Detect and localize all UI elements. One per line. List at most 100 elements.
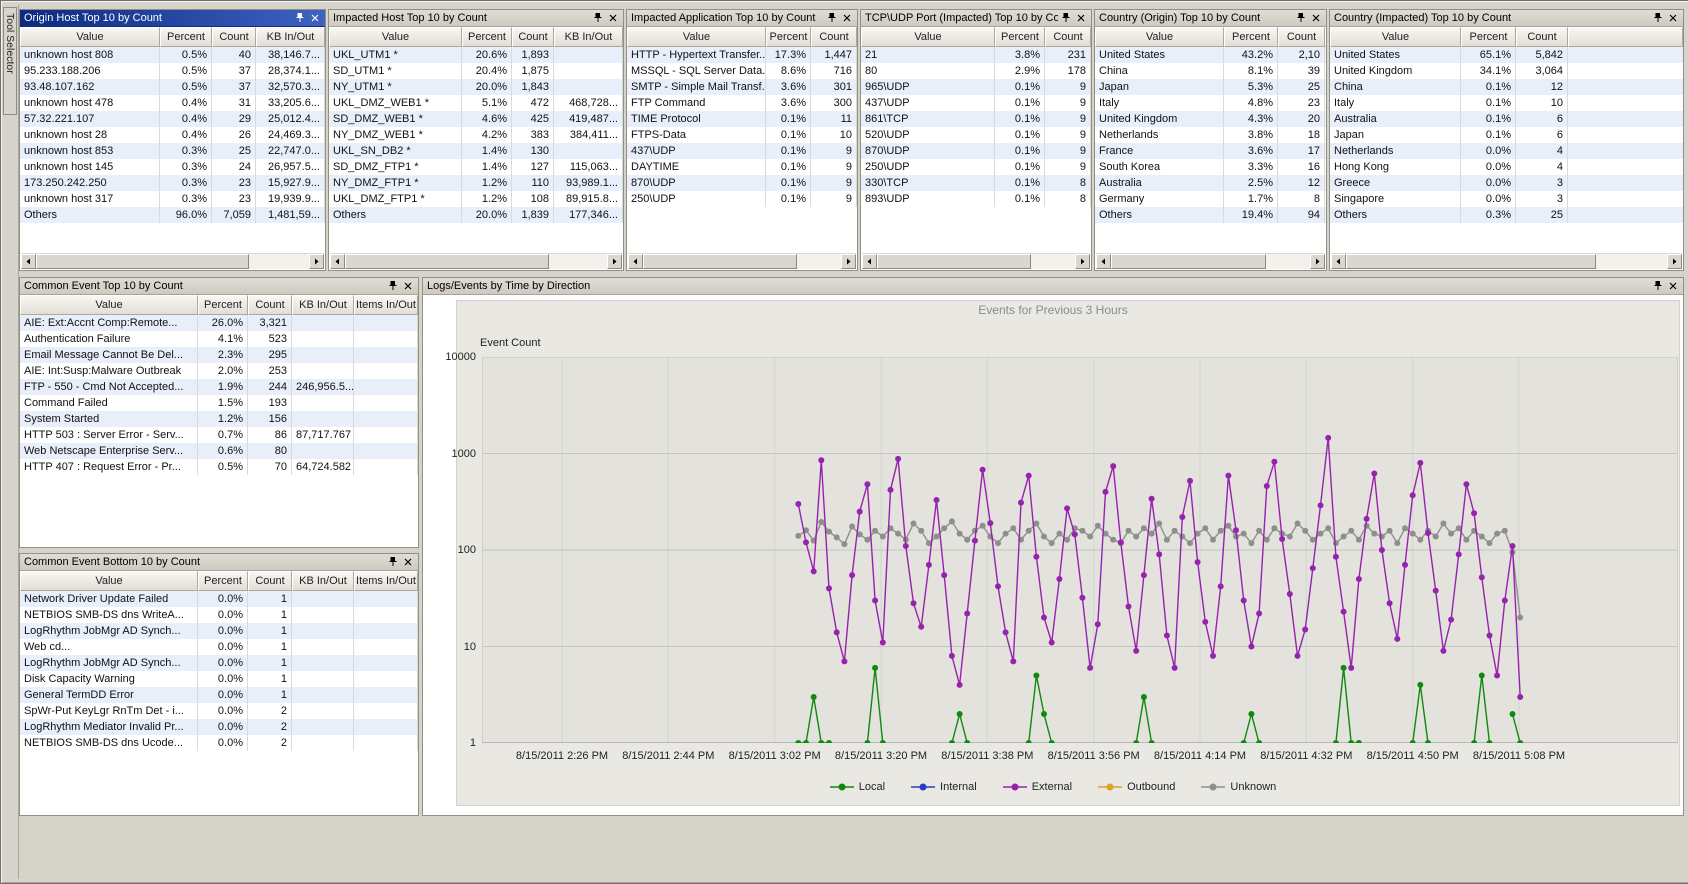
table-row[interactable]: Web Netscape Enterprise Serv...0.6%80	[20, 443, 418, 459]
close-icon[interactable]	[840, 12, 854, 25]
column-header[interactable]: Percent	[1224, 27, 1278, 47]
scroll-right-button[interactable]	[1075, 254, 1090, 269]
table-row[interactable]: Others96.0%7,0591,481,59...	[20, 207, 325, 223]
table-row[interactable]: FTP - 550 - Cmd Not Accepted...1.9%24424…	[20, 379, 418, 395]
table-row[interactable]: Italy0.1%10	[1330, 95, 1683, 111]
table-row[interactable]: DAYTIME0.1%9	[627, 159, 857, 175]
panel-titlebar[interactable]: TCP\UDP Port (Impacted) Top 10 by Co...	[861, 10, 1091, 27]
table-row[interactable]: HTTP 503 : Server Error - Serv...0.7%868…	[20, 427, 418, 443]
panel-titlebar[interactable]: Impacted Application Top 10 by Count	[627, 10, 857, 27]
table-row[interactable]: China8.1%39	[1095, 63, 1326, 79]
scrollbar-track[interactable]	[643, 254, 841, 269]
table-row[interactable]: AIE: Ext:Accnt Comp:Remote...26.0%3,321	[20, 315, 418, 331]
table-row[interactable]: TIME Protocol0.1%11	[627, 111, 857, 127]
table-row[interactable]: United States65.1%5,842	[1330, 47, 1683, 63]
table-row[interactable]: 250\UDP0.1%9	[627, 191, 857, 207]
table-row[interactable]: Italy4.8%23	[1095, 95, 1326, 111]
column-header[interactable]: Value	[20, 27, 160, 47]
panel-titlebar[interactable]: Common Event Top 10 by Count	[20, 278, 418, 295]
pin-icon[interactable]	[386, 556, 400, 569]
table-row[interactable]: Germany1.7%8	[1095, 191, 1326, 207]
table-row[interactable]: FTPS-Data0.1%10	[627, 127, 857, 143]
table-row[interactable]: Japan0.1%6	[1330, 127, 1683, 143]
table-row[interactable]: Singapore0.0%3	[1330, 191, 1683, 207]
scrollbar-track[interactable]	[345, 254, 607, 269]
scrollbar-thumb[interactable]	[1346, 254, 1596, 269]
table-row[interactable]: 330\TCP0.1%8	[861, 175, 1091, 191]
scroll-left-button[interactable]	[1331, 254, 1346, 269]
table-row[interactable]: United Kingdom4.3%20	[1095, 111, 1326, 127]
close-icon[interactable]	[1309, 12, 1323, 25]
table-row[interactable]: unknown host 8080.5%4038,146.7...	[20, 47, 325, 63]
column-header[interactable]: Count	[248, 571, 292, 591]
table-row[interactable]: 173.250.242.2500.3%2315,927.9...	[20, 175, 325, 191]
column-header[interactable]: Value	[1330, 27, 1461, 47]
table-row[interactable]: AIE: Int:Susp:Malware Outbreak2.0%253	[20, 363, 418, 379]
column-header[interactable]: Count	[1045, 27, 1091, 47]
table-row[interactable]: unknown host 4780.4%3133,205.6...	[20, 95, 325, 111]
scrollbar-track[interactable]	[877, 254, 1075, 269]
table-row[interactable]: 870\UDP0.1%9	[627, 175, 857, 191]
table-row[interactable]: Others19.4%94	[1095, 207, 1326, 223]
table-row[interactable]: Others0.3%25	[1330, 207, 1683, 223]
table-row[interactable]: United States43.2%2,10	[1095, 47, 1326, 63]
column-header[interactable]: Items In/Out	[354, 571, 418, 591]
column-header[interactable]: Value	[329, 27, 462, 47]
table-row[interactable]: SMTP - Simple Mail Transf...3.6%301	[627, 79, 857, 95]
table-row[interactable]: Disk Capacity Warning0.0%1	[20, 671, 418, 687]
column-header[interactable]: Percent	[198, 295, 248, 315]
close-icon[interactable]	[606, 12, 620, 25]
pin-icon[interactable]	[1294, 12, 1308, 25]
pin-icon[interactable]	[825, 12, 839, 25]
horizontal-scrollbar[interactable]	[1096, 253, 1325, 269]
column-header[interactable]: Value	[627, 27, 766, 47]
table-row[interactable]: SpWr-Put KeyLgr RnTm Det - i...0.0%2	[20, 703, 418, 719]
column-header[interactable]: Percent	[160, 27, 212, 47]
table-row[interactable]: LogRhythm JobMgr AD Synch...0.0%1	[20, 655, 418, 671]
table-row[interactable]: Web cd...0.0%1	[20, 639, 418, 655]
table-row[interactable]: FTP Command3.6%300	[627, 95, 857, 111]
column-header[interactable]: KB In/Out	[292, 571, 354, 591]
table-row[interactable]: France3.6%17	[1095, 143, 1326, 159]
pin-icon[interactable]	[386, 280, 400, 293]
scrollbar-thumb[interactable]	[36, 254, 249, 269]
column-header[interactable]: Percent	[995, 27, 1045, 47]
table-row[interactable]: Greece0.0%3	[1330, 175, 1683, 191]
scroll-left-button[interactable]	[21, 254, 36, 269]
table-row[interactable]: 93.48.107.1620.5%3732,570.3...	[20, 79, 325, 95]
close-icon[interactable]	[308, 12, 322, 25]
column-header[interactable]: Value	[20, 571, 198, 591]
table-row[interactable]: NETBIOS SMB-DS dns WriteA...0.0%1	[20, 607, 418, 623]
table-row[interactable]: 437\UDP0.1%9	[627, 143, 857, 159]
table-row[interactable]: 965\UDP0.1%9	[861, 79, 1091, 95]
close-icon[interactable]	[1666, 12, 1680, 25]
close-icon[interactable]	[401, 280, 415, 293]
pin-icon[interactable]	[1059, 12, 1073, 25]
scroll-right-button[interactable]	[1310, 254, 1325, 269]
column-header[interactable]: Percent	[1461, 27, 1516, 47]
table-row[interactable]: LogRhythm Mediator Invalid Pr...0.0%2	[20, 719, 418, 735]
table-row[interactable]: Hong Kong0.0%4	[1330, 159, 1683, 175]
scroll-right-button[interactable]	[607, 254, 622, 269]
table-row[interactable]: 520\UDP0.1%9	[861, 127, 1091, 143]
column-header[interactable]: Count	[811, 27, 857, 47]
table-row[interactable]: MSSQL - SQL Server Data...8.6%716	[627, 63, 857, 79]
table-row[interactable]: Australia0.1%6	[1330, 111, 1683, 127]
table-row[interactable]: UKL_UTM1 *20.6%1,893	[329, 47, 623, 63]
table-row[interactable]: UKL_SN_DB2 *1.4%130	[329, 143, 623, 159]
table-row[interactable]: LogRhythm JobMgr AD Synch...0.0%1	[20, 623, 418, 639]
pin-icon[interactable]	[1651, 280, 1665, 293]
scrollbar-track[interactable]	[1346, 254, 1667, 269]
table-row[interactable]: unknown host 1450.3%2426,957.5...	[20, 159, 325, 175]
table-row[interactable]: 437\UDP0.1%9	[861, 95, 1091, 111]
column-header[interactable]: Value	[1095, 27, 1224, 47]
table-row[interactable]: United Kingdom34.1%3,064	[1330, 63, 1683, 79]
panel-titlebar[interactable]: Impacted Host Top 10 by Count	[329, 10, 623, 27]
table-row[interactable]: Command Failed1.5%193	[20, 395, 418, 411]
table-row[interactable]: 213.8%231	[861, 47, 1091, 63]
column-header[interactable]: KB In/Out	[256, 27, 325, 47]
scroll-right-button[interactable]	[841, 254, 856, 269]
panel-titlebar[interactable]: Logs/Events by Time by Direction	[423, 278, 1683, 295]
scrollbar-thumb[interactable]	[1111, 254, 1266, 269]
table-row[interactable]: Email Message Cannot Be Del...2.3%295	[20, 347, 418, 363]
